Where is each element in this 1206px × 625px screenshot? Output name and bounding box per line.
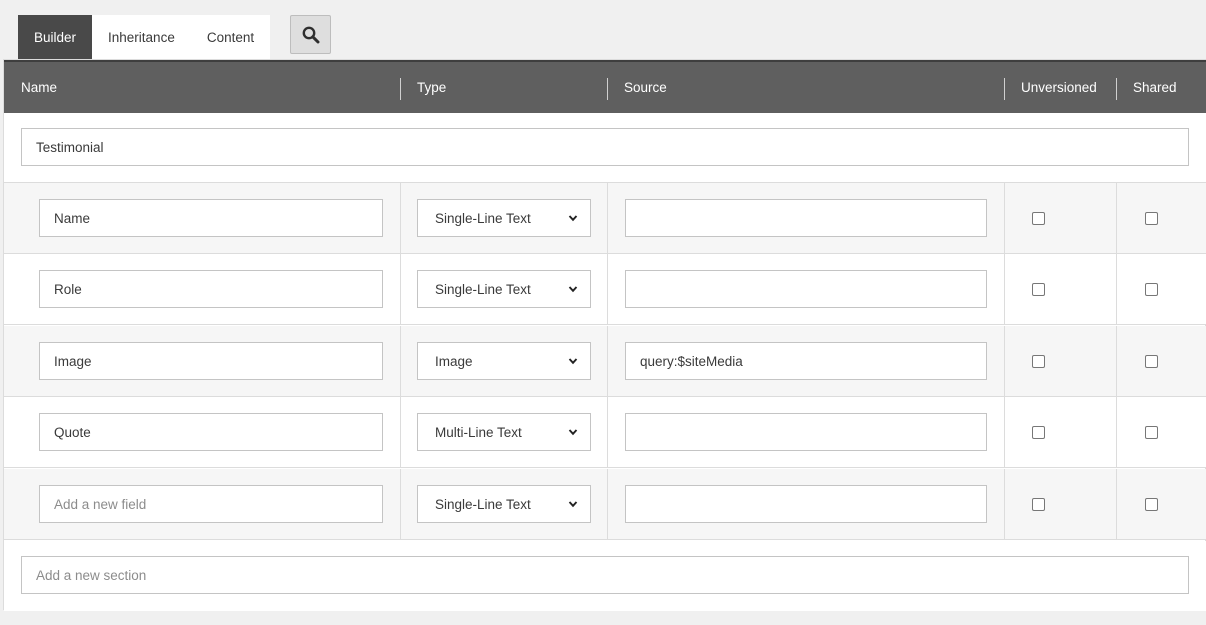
selected-type: Image [435, 353, 473, 369]
shared-checkbox[interactable] [1145, 426, 1158, 439]
column-header-unversioned: Unversioned [1021, 80, 1097, 95]
field-type-select[interactable]: Single-Line Text [417, 199, 591, 237]
column-divider [1116, 397, 1117, 468]
column-header-type: Type [417, 80, 447, 95]
section-name-input[interactable] [21, 128, 1189, 166]
selected-type: Single-Line Text [435, 281, 531, 297]
new-section-row [4, 541, 1206, 611]
field-type-select[interactable]: Single-Line Text [417, 270, 591, 308]
field-row: Single-Line Text [4, 254, 1206, 325]
chevron-down-icon [568, 358, 578, 365]
column-header: Name Type Source Unversioned Shared [4, 60, 1206, 113]
chevron-down-icon [568, 429, 578, 436]
column-divider [400, 397, 401, 468]
field-row: Image [4, 326, 1206, 397]
tab-content[interactable]: Content [190, 15, 271, 59]
unversioned-checkbox[interactable] [1032, 498, 1045, 511]
shared-checkbox[interactable] [1145, 212, 1158, 225]
selected-type: Single-Line Text [435, 496, 531, 512]
tab-label: Builder [34, 29, 77, 45]
column-header-name: Name [21, 80, 58, 95]
field-row: Single-Line Text [4, 183, 1206, 254]
column-divider [1116, 183, 1117, 254]
column-header-source: Source [624, 80, 667, 95]
column-divider [1004, 254, 1005, 325]
field-source-input[interactable] [625, 342, 987, 380]
field-source-input[interactable] [625, 413, 987, 451]
unversioned-checkbox[interactable] [1032, 355, 1045, 368]
tab-builder[interactable]: Builder [18, 15, 93, 59]
column-separator [607, 78, 608, 100]
column-divider [607, 254, 608, 325]
column-divider [607, 183, 608, 254]
column-divider [1004, 326, 1005, 397]
tab-inheritance[interactable]: Inheritance [92, 15, 191, 59]
field-source-input[interactable] [625, 270, 987, 308]
shared-checkbox[interactable] [1145, 283, 1158, 296]
search-button[interactable] [290, 15, 331, 54]
field-type-select[interactable]: Multi-Line Text [417, 413, 591, 451]
tab-bar: Builder Inheritance Content [18, 15, 271, 59]
column-divider [1116, 326, 1117, 397]
field-name-input[interactable] [39, 413, 383, 451]
column-divider [1116, 254, 1117, 325]
selected-type: Multi-Line Text [435, 424, 522, 440]
column-divider [607, 469, 608, 540]
new-field-source-input[interactable] [625, 485, 987, 523]
column-divider [607, 326, 608, 397]
field-source-input[interactable] [625, 199, 987, 237]
field-row: Multi-Line Text [4, 397, 1206, 468]
field-name-input[interactable] [39, 199, 383, 237]
column-divider [1004, 183, 1005, 254]
template-builder-panel: Name Type Source Unversioned Shared Sing… [3, 59, 1206, 611]
column-separator [1004, 78, 1005, 100]
field-name-input[interactable] [39, 342, 383, 380]
column-divider [1004, 469, 1005, 540]
column-divider [1116, 469, 1117, 540]
column-divider [607, 397, 608, 468]
unversioned-checkbox[interactable] [1032, 283, 1045, 296]
tab-label: Content [206, 29, 255, 45]
column-divider [400, 469, 401, 540]
shared-checkbox[interactable] [1145, 498, 1158, 511]
search-icon [302, 26, 319, 43]
new-field-type-select[interactable]: Single-Line Text [417, 485, 591, 523]
chevron-down-icon [568, 286, 578, 293]
new-field-row: Single-Line Text [4, 469, 1206, 540]
unversioned-checkbox[interactable] [1032, 212, 1045, 225]
new-section-input[interactable] [21, 556, 1189, 594]
column-separator [1116, 78, 1117, 100]
field-type-select[interactable]: Image [417, 342, 591, 380]
section-row [4, 113, 1206, 183]
column-divider [400, 254, 401, 325]
column-header-shared: Shared [1133, 80, 1177, 95]
new-field-name-input[interactable] [39, 485, 383, 523]
chevron-down-icon [568, 501, 578, 508]
chevron-down-icon [568, 215, 578, 222]
column-divider [400, 183, 401, 254]
column-separator [400, 78, 401, 100]
column-divider [400, 326, 401, 397]
column-divider [1004, 397, 1005, 468]
tab-label: Inheritance [108, 29, 175, 45]
shared-checkbox[interactable] [1145, 355, 1158, 368]
selected-type: Single-Line Text [435, 210, 531, 226]
unversioned-checkbox[interactable] [1032, 426, 1045, 439]
field-name-input[interactable] [39, 270, 383, 308]
